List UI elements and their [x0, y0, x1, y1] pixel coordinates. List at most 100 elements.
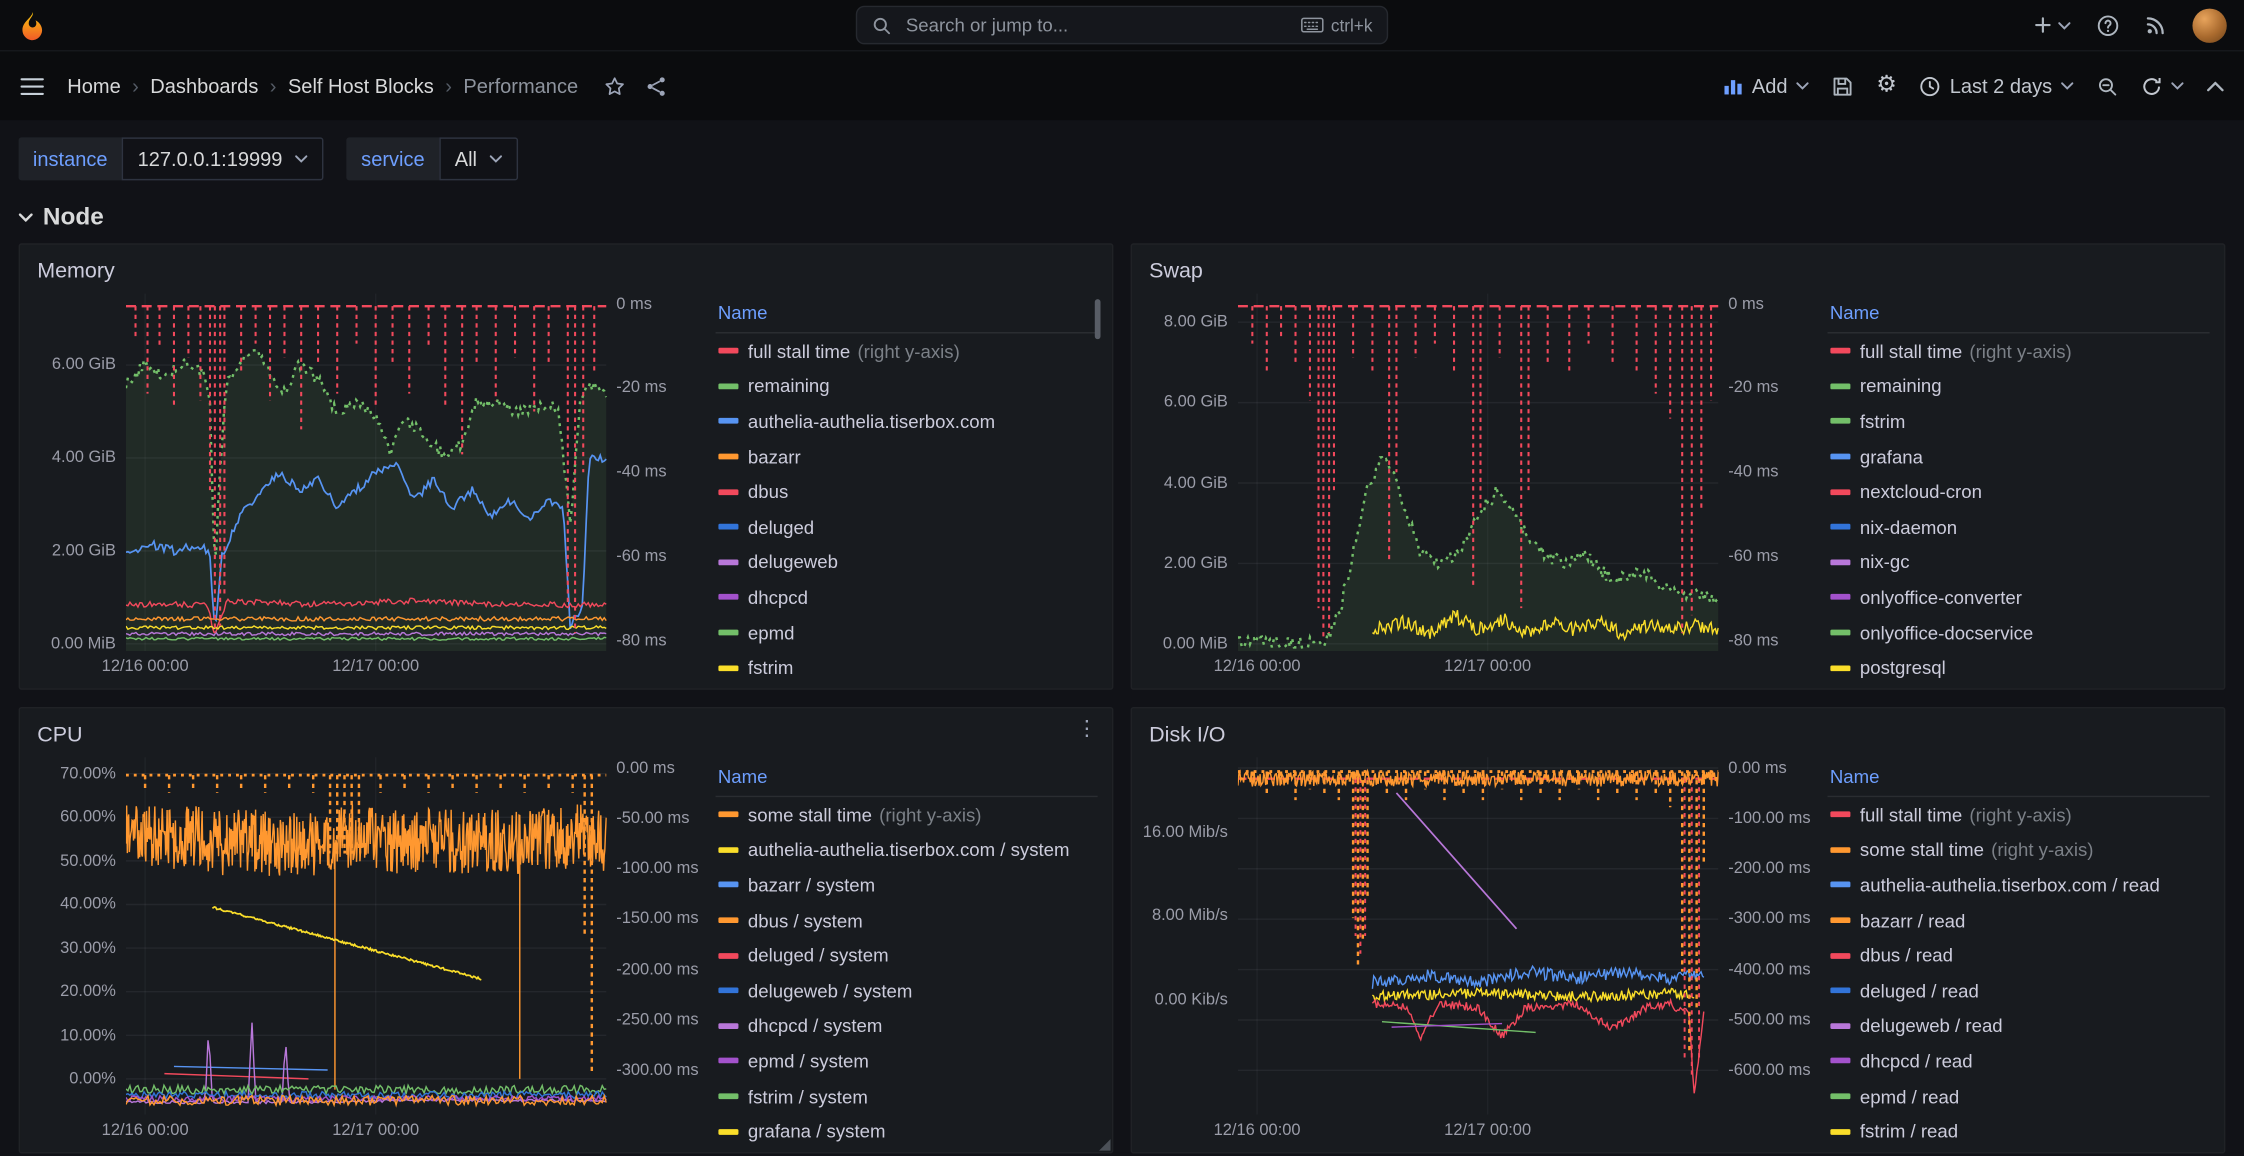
panel-title[interactable]: CPU — [37, 722, 82, 746]
chart-plot[interactable] — [126, 293, 606, 651]
breadcrumb-item[interactable]: Dashboards — [150, 74, 258, 97]
news-rss-icon[interactable] — [2145, 14, 2166, 35]
legend-item[interactable]: some stall time(right y-axis) — [715, 797, 1098, 832]
breadcrumb-item[interactable]: Self Host Blocks — [288, 74, 434, 97]
legend-item[interactable]: full stall time(right y-axis) — [1827, 333, 2210, 368]
collapse-chevron-up-icon[interactable] — [2207, 81, 2224, 91]
legend-item[interactable]: authelia-authelia.tiserbox.com / system — [715, 832, 1098, 867]
legend-label: bazarr / system — [748, 874, 875, 895]
legend-item[interactable]: fstrim — [715, 650, 1098, 680]
y-tick-label: -60 ms — [616, 548, 666, 565]
legend-item[interactable]: onlyoffice-docservice — [1827, 615, 2210, 650]
y-tick-label: -200.00 ms — [1728, 860, 1810, 877]
user-avatar[interactable] — [2192, 8, 2226, 42]
search-box[interactable]: ctrl+k — [856, 6, 1388, 45]
chart-plot[interactable] — [126, 757, 606, 1115]
zoom-out-icon[interactable] — [2097, 75, 2118, 96]
legend-item[interactable]: authelia-authelia.tiserbox.com / read — [1827, 868, 2210, 903]
panel-title[interactable]: Memory — [37, 258, 115, 282]
legend-item[interactable]: deluged / system — [715, 938, 1098, 973]
legend-header[interactable]: Name — [1827, 299, 2210, 333]
legend-item[interactable]: full stall time(right y-axis) — [715, 333, 1098, 368]
breadcrumb-separator: › — [132, 74, 139, 97]
panel-title[interactable]: Swap — [1149, 258, 1203, 282]
legend-item[interactable]: dhcpcd — [715, 580, 1098, 615]
x-tick-label: 12/16 00:00 — [102, 658, 189, 675]
legend-item[interactable]: epmd / read — [1827, 1079, 2210, 1114]
legend-item[interactable]: dbus / read — [1827, 938, 2210, 973]
time-range-picker[interactable]: Last 2 days — [1920, 74, 2074, 97]
legend: Name full stall time(right y-axis)remain… — [1813, 293, 2213, 679]
search-input[interactable] — [903, 13, 1289, 37]
legend-item[interactable]: postgresql — [1827, 650, 2210, 680]
legend-item[interactable]: nextcloud-cron — [1827, 474, 2210, 509]
refresh-icon — [2141, 75, 2162, 96]
legend-item[interactable]: grafana / system — [715, 1114, 1098, 1144]
new-menu-button[interactable] — [2032, 14, 2071, 35]
chart-plot[interactable] — [1238, 757, 1718, 1115]
legend-item[interactable]: onlyoffice-converter — [1827, 580, 2210, 615]
legend-item[interactable]: dbus / system — [715, 903, 1098, 938]
variable-value-dropdown[interactable]: 127.0.0.1:19999 — [122, 137, 324, 180]
legend-label: dbus — [748, 481, 788, 502]
legend-item[interactable]: bazarr — [715, 439, 1098, 474]
legend-label: authelia-authelia.tiserbox.com — [748, 411, 995, 432]
legend-swatch-icon — [1830, 559, 1850, 565]
panel-title[interactable]: Disk I/O — [1149, 722, 1225, 746]
legend-label: onlyoffice-converter — [1860, 587, 2022, 608]
breadcrumb-item[interactable]: Home — [67, 74, 120, 97]
menu-hamburger-icon[interactable] — [20, 77, 44, 96]
legend-item[interactable]: delugeweb — [715, 545, 1098, 580]
y-tick-label: -250.00 ms — [616, 1011, 698, 1028]
legend-item[interactable]: epmd / system — [715, 1043, 1098, 1078]
y-axis-right: 0.00 ms-100.00 ms-200.00 ms-300.00 ms-40… — [1718, 757, 1812, 1143]
add-button[interactable]: Add — [1723, 74, 1809, 97]
legend-scrollbar[interactable] — [1095, 299, 1101, 339]
row-node-toggle[interactable]: Node — [19, 203, 2226, 232]
favorite-star-icon[interactable] — [604, 75, 625, 96]
chevron-down-icon — [490, 155, 503, 164]
legend-item[interactable]: dhcpcd / read — [1827, 1043, 2210, 1078]
legend-item[interactable]: dhcpcd / system — [715, 1008, 1098, 1043]
legend-item[interactable]: some stall time(right y-axis) — [1827, 832, 2210, 867]
variable-filters: instance127.0.0.1:19999serviceAll — [19, 137, 2226, 180]
legend-item[interactable]: bazarr / read — [1827, 903, 2210, 938]
legend-item[interactable]: nix-gc — [1827, 545, 2210, 580]
chart-plot[interactable] — [1238, 293, 1718, 651]
x-axis: 12/16 00:0012/17 00:00 — [1238, 1115, 1718, 1144]
legend-note: (right y-axis) — [1969, 340, 2071, 361]
legend-item[interactable]: deluged / read — [1827, 973, 2210, 1008]
legend-header[interactable]: Name — [715, 763, 1098, 797]
legend-item[interactable]: dbus — [715, 474, 1098, 509]
chevron-down-icon[interactable] — [2171, 82, 2184, 91]
legend-item[interactable]: epmd — [715, 615, 1098, 650]
legend-item[interactable]: remaining — [1827, 369, 2210, 404]
share-icon[interactable] — [645, 75, 666, 96]
legend-header[interactable]: Name — [1827, 763, 2210, 797]
legend-item[interactable]: authelia-authelia.tiserbox.com — [715, 404, 1098, 439]
panel-resize-handle[interactable] — [1099, 1139, 1110, 1150]
legend-item[interactable]: deluged — [715, 509, 1098, 544]
legend-swatch-icon — [718, 559, 738, 565]
legend-item[interactable]: remaining — [715, 369, 1098, 404]
legend-item[interactable]: grafana — [1827, 439, 2210, 474]
variable-value-dropdown[interactable]: All — [439, 137, 519, 180]
legend-swatch-icon — [718, 1058, 738, 1064]
dashboard-settings-gear-icon[interactable]: ⚙ — [1876, 74, 1897, 97]
legend-item[interactable]: fstrim / read — [1827, 1114, 2210, 1144]
legend-item[interactable]: fstrim / system — [715, 1079, 1098, 1114]
legend-item[interactable]: full stall time(right y-axis) — [1827, 797, 2210, 832]
legend-item[interactable]: delugeweb / read — [1827, 1008, 2210, 1043]
legend-header[interactable]: Name — [715, 299, 1098, 333]
grafana-logo-icon[interactable] — [17, 9, 48, 40]
panel-menu-kebab-icon[interactable]: ⋮ — [1076, 718, 1097, 739]
refresh-button[interactable] — [2141, 75, 2184, 96]
legend-note: (right y-axis) — [1991, 839, 2093, 860]
legend-swatch-icon — [1830, 1093, 1850, 1099]
help-icon[interactable] — [2097, 14, 2120, 37]
legend-item[interactable]: nix-daemon — [1827, 509, 2210, 544]
save-dashboard-icon[interactable] — [1832, 75, 1853, 96]
legend-item[interactable]: delugeweb / system — [715, 973, 1098, 1008]
legend-item[interactable]: bazarr / system — [715, 868, 1098, 903]
legend-item[interactable]: fstrim — [1827, 404, 2210, 439]
